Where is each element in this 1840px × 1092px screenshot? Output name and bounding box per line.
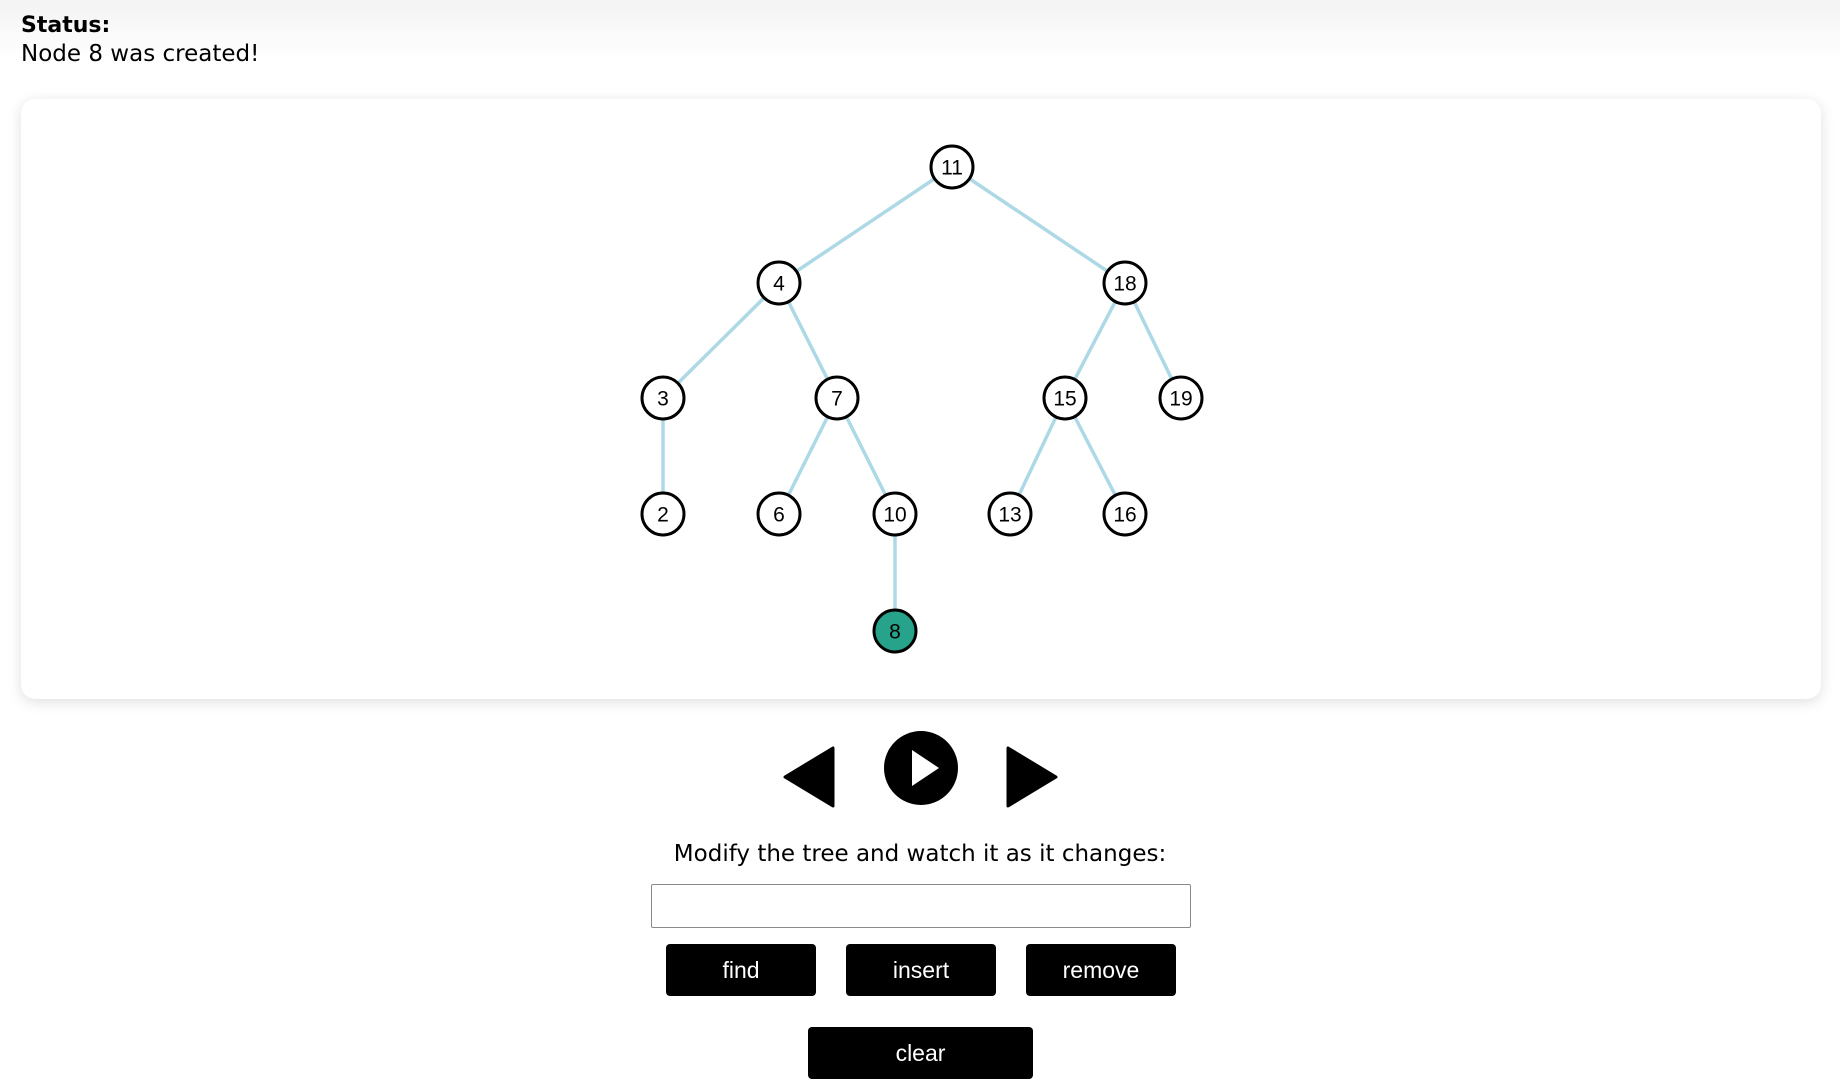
- tree-edge-4-3: [661, 281, 781, 400]
- tree-node-label: 19: [1169, 388, 1192, 411]
- tree-node-15[interactable]: 15: [1042, 375, 1088, 421]
- tree-node-16[interactable]: 16: [1102, 491, 1148, 537]
- insert-button[interactable]: insert: [846, 944, 996, 996]
- remove-button[interactable]: remove: [1026, 944, 1176, 996]
- tree-node-label: 3: [657, 388, 669, 411]
- tree-node-3[interactable]: 3: [640, 375, 686, 421]
- play-circle-icon[interactable]: [883, 730, 959, 806]
- tree-node-label: 6: [773, 504, 785, 527]
- tree-node-label: 2: [657, 504, 669, 527]
- status-area: Status: Node 8 was created!: [0, 0, 1840, 100]
- tree-node-10[interactable]: 10: [872, 491, 918, 537]
- tree-node-label: 8: [889, 621, 901, 644]
- tree-graph: 11 4 18 3 7 15 19 2 6 10 13 16 8: [640, 144, 1204, 654]
- tree-node-19[interactable]: 19: [1158, 375, 1204, 421]
- triangle-right-icon[interactable]: [1006, 746, 1058, 808]
- tree-node-4[interactable]: 4: [756, 260, 802, 306]
- tree-node-label: 10: [883, 504, 906, 527]
- find-button[interactable]: find: [666, 944, 816, 996]
- tree-node-8[interactable]: 8: [872, 608, 918, 654]
- playback-controls: [0, 720, 1840, 820]
- triangle-left-icon[interactable]: [783, 746, 835, 808]
- tree-node-18[interactable]: 18: [1102, 260, 1148, 306]
- tree-node-6[interactable]: 6: [756, 491, 802, 537]
- tree-node-7[interactable]: 7: [814, 375, 860, 421]
- tree-edge-11-18: [951, 165, 1126, 285]
- tree-node-label: 15: [1053, 388, 1076, 411]
- modify-instructions: Modify the tree and watch it as it chang…: [673, 841, 1167, 867]
- tree-edge-11-4: [778, 165, 953, 285]
- node-value-input[interactable]: [651, 884, 1191, 928]
- tree-node-label: 4: [773, 273, 785, 296]
- tree-node-2[interactable]: 2: [640, 491, 686, 537]
- tree-node-label: 16: [1113, 504, 1136, 527]
- tree-node-label: 11: [941, 157, 963, 180]
- status-title: Status:: [21, 13, 111, 38]
- tree-canvas: 11 4 18 3 7 15 19 2 6 10 13 16 8: [21, 99, 1821, 699]
- status-message: Node 8 was created!: [21, 41, 260, 67]
- tree-node-label: 13: [998, 504, 1021, 527]
- tree-node-13[interactable]: 13: [987, 491, 1033, 537]
- clear-button[interactable]: clear: [808, 1027, 1033, 1079]
- tree-node-label: 18: [1113, 273, 1136, 296]
- tree-node-label: 7: [831, 388, 843, 411]
- tree-node-11[interactable]: 11: [929, 144, 975, 190]
